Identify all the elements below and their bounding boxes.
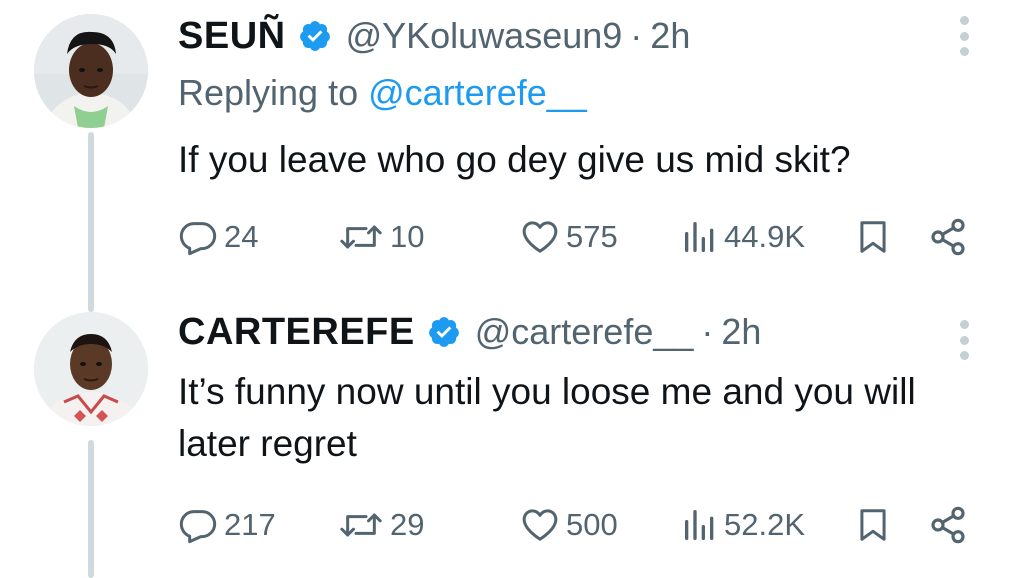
views-icon — [680, 505, 720, 545]
views-count: 52.2K — [724, 507, 806, 542]
views-icon — [680, 217, 720, 257]
views-button[interactable]: 52.2K — [680, 502, 805, 548]
retweet-count: 10 — [390, 219, 425, 254]
share-button[interactable] — [928, 214, 968, 260]
tweet-text: It’s funny now until you loose me and yo… — [178, 371, 916, 464]
reply-icon — [176, 217, 220, 257]
more-vertical-icon[interactable] — [956, 16, 972, 56]
bookmark-icon — [854, 217, 892, 257]
user-handle[interactable]: @YKoluwaseun9 — [346, 15, 623, 57]
like-button[interactable]: 575 — [518, 214, 618, 260]
retweet-icon — [336, 505, 386, 545]
timestamp[interactable]: 2h — [650, 15, 690, 57]
tweet-actions: 24 10 575 44.9K — [176, 214, 976, 260]
bookmark-button[interactable] — [854, 214, 892, 260]
display-name[interactable]: SEUÑ — [178, 15, 286, 58]
mention-link[interactable]: @carterefe__ — [368, 72, 587, 113]
like-count: 575 — [566, 219, 618, 254]
tweet[interactable]: SEUÑ @YKoluwaseun9 · 2h Replying to @car… — [0, 0, 1024, 310]
verified-badge-icon — [427, 315, 461, 349]
heart-icon — [518, 505, 562, 545]
avatar[interactable] — [34, 312, 148, 426]
bookmark-icon — [854, 505, 892, 545]
share-icon — [928, 217, 968, 257]
avatar[interactable] — [34, 14, 148, 128]
reply-button[interactable]: 24 — [176, 214, 258, 260]
display-name[interactable]: CARTEREFE — [178, 311, 415, 354]
timestamp[interactable]: 2h — [721, 311, 761, 353]
replying-prefix: Replying to — [178, 72, 359, 113]
user-handle[interactable]: @carterefe__ — [475, 311, 694, 353]
like-count: 500 — [566, 507, 618, 542]
share-icon — [928, 505, 968, 545]
reply-button[interactable]: 217 — [176, 502, 276, 548]
share-button[interactable] — [928, 502, 968, 548]
more-vertical-icon[interactable] — [956, 320, 972, 360]
replying-to-line: Replying to @carterefe__ — [178, 72, 587, 114]
views-button[interactable]: 44.9K — [680, 214, 805, 260]
reply-icon — [176, 505, 220, 545]
retweet-icon — [336, 217, 386, 257]
separator-dot: · — [630, 15, 643, 56]
retweet-count: 29 — [390, 507, 425, 542]
reply-count: 24 — [224, 219, 259, 254]
reply-count: 217 — [224, 507, 276, 542]
like-button[interactable]: 500 — [518, 502, 618, 548]
separator-dot: · — [701, 311, 714, 352]
tweet[interactable]: CARTEREFE @carterefe__ · 2h It’s funny n… — [0, 310, 1024, 578]
retweet-button[interactable]: 10 — [336, 214, 424, 260]
bookmark-button[interactable] — [854, 502, 892, 548]
verified-badge-icon — [298, 19, 332, 53]
tweet-text: If you leave who go dey give us mid skit… — [178, 139, 851, 180]
retweet-button[interactable]: 29 — [336, 502, 424, 548]
heart-icon — [518, 217, 562, 257]
tweet-actions: 217 29 500 52.2K — [176, 502, 976, 548]
views-count: 44.9K — [724, 219, 806, 254]
